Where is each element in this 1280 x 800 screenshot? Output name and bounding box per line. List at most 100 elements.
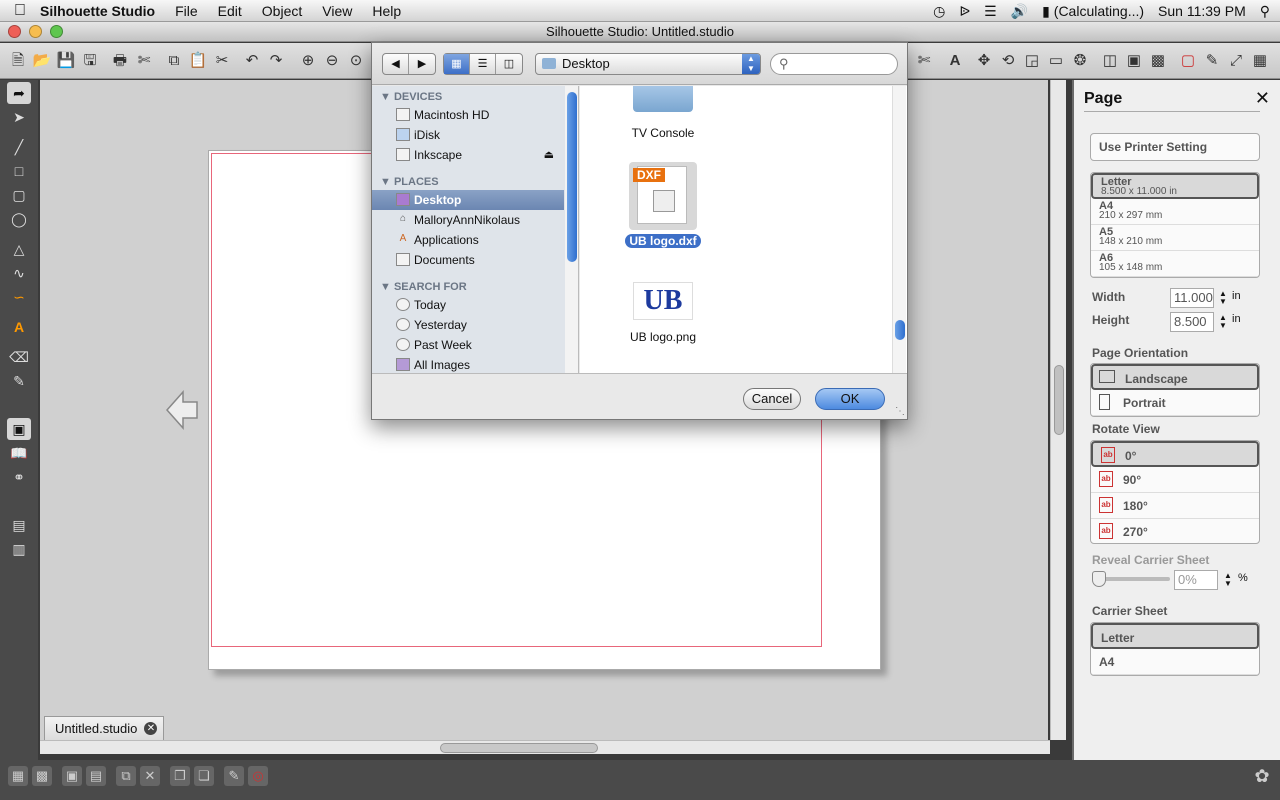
polygon-tool-icon[interactable]: △ — [7, 238, 31, 260]
delete-icon[interactable]: ✕ — [140, 766, 160, 786]
page-size-a5[interactable]: A5 148 x 210 mm — [1091, 225, 1259, 251]
ok-button[interactable]: OK — [815, 388, 885, 410]
places-header[interactable]: ▼ PLACES — [380, 176, 439, 188]
registration-icon[interactable]: ▩ — [1148, 51, 1168, 71]
save-icon[interactable]: 💾 — [56, 51, 76, 71]
rotate-view-list[interactable]: ab 0° ab 90° ab 180° ab 270° — [1090, 440, 1260, 544]
forward-icon[interactable]: ▶ — [409, 54, 435, 74]
online-store-icon[interactable]: ⚭ — [7, 466, 31, 488]
document-tab[interactable]: Untitled.studio ✕ — [44, 716, 165, 740]
color-wheel-icon[interactable]: ✿ — [1252, 766, 1272, 786]
split-view-top-icon[interactable]: ▤ — [7, 514, 31, 536]
select-tool-icon[interactable]: ➦ — [7, 82, 31, 104]
sidebar-item-all-images[interactable]: All Images — [372, 355, 564, 373]
zoom-in-icon[interactable]: ⊕ — [298, 51, 318, 71]
back-icon[interactable]: ◀ — [383, 54, 409, 74]
sidebar-item-home[interactable]: ⌂ MalloryAnnNikolaus — [372, 210, 564, 230]
menu-help[interactable]: Help — [372, 3, 401, 19]
file-item-ub-logo-dxf[interactable]: DXF UB logo.dxf — [618, 162, 708, 248]
sidebar-scrollbar[interactable] — [565, 86, 579, 373]
page-size-list[interactable]: Letter 8.500 x 11.000 in A4 210 x 297 mm… — [1090, 172, 1260, 278]
move-icon[interactable]: ✥ — [974, 51, 994, 71]
undo-icon[interactable]: ↶ — [242, 51, 262, 71]
new-icon[interactable]: 🗎 — [8, 51, 28, 71]
store-icon[interactable]: ◫ — [1100, 51, 1120, 71]
horizontal-scroll-thumb[interactable] — [440, 743, 598, 753]
menu-object[interactable]: Object — [262, 3, 302, 19]
fullscreen-icon[interactable]: ⤢ — [1226, 51, 1246, 71]
column-view-icon[interactable]: ◫ — [496, 54, 522, 74]
orientation-landscape[interactable]: Landscape — [1091, 364, 1259, 390]
knife-tool-icon[interactable]: ✎ — [7, 370, 31, 392]
ellipse-tool-icon[interactable]: ◯ — [7, 208, 31, 230]
text-tool-icon[interactable]: A — [7, 316, 31, 338]
canvas-vertical-scrollbar[interactable] — [1050, 80, 1066, 740]
search-field[interactable]: ⚲ — [770, 53, 898, 75]
apple-icon[interactable]:  — [0, 2, 40, 20]
rounded-rect-tool-icon[interactable]: ▢ — [7, 184, 31, 206]
carrier-a4[interactable]: A4 — [1091, 649, 1259, 675]
redo-icon[interactable]: ↷ — [266, 51, 286, 71]
freehand-tool-icon[interactable]: ∽ — [7, 286, 31, 308]
height-stepper[interactable]: ▲ ▼ — [1219, 314, 1227, 330]
spotlight-icon[interactable]: ⚲ — [1260, 3, 1270, 20]
file-item-ub-logo-png[interactable]: UB UB logo.png — [618, 282, 708, 344]
time-machine-icon[interactable]: ◷ — [933, 3, 945, 20]
rotate-90[interactable]: ab 90° — [1091, 467, 1259, 493]
fill-color-icon[interactable]: ▢ — [1178, 51, 1198, 71]
scale-icon[interactable]: ◲ — [1022, 51, 1042, 71]
sidebar-item-documents[interactable]: Documents — [372, 250, 564, 270]
carrier-letter[interactable]: Letter — [1091, 623, 1259, 649]
bring-front-icon[interactable]: ❐ — [170, 766, 190, 786]
rotate-0[interactable]: ab 0° — [1091, 441, 1259, 467]
page-size-a6[interactable]: A6 105 x 148 mm — [1091, 251, 1259, 277]
line-color-icon[interactable]: ✎ — [1202, 51, 1222, 71]
text-style-icon[interactable]: A — [945, 51, 965, 71]
target-icon[interactable]: ◎ — [248, 766, 268, 786]
panel-close-icon[interactable]: ✕ — [1255, 88, 1270, 109]
grid-icon[interactable]: ▦ — [1250, 51, 1270, 71]
wifi-icon[interactable]: ☰ — [984, 3, 997, 20]
eject-icon[interactable]: ⏏ — [544, 145, 554, 165]
release-compound-icon[interactable]: ▤ — [86, 766, 106, 786]
library-icon[interactable]: 📖 — [7, 442, 31, 464]
align-icon[interactable]: ▭ — [1046, 51, 1066, 71]
close-window-button[interactable] — [8, 25, 21, 38]
reveal-value-field[interactable]: 0% — [1174, 570, 1218, 590]
carrier-sheet-list[interactable]: Letter A4 — [1090, 622, 1260, 676]
weld-icon[interactable]: ⧉ — [116, 766, 136, 786]
use-printer-setting-button[interactable]: Use Printer Setting — [1090, 133, 1260, 161]
rotate-icon[interactable]: ⟲ — [998, 51, 1018, 71]
file-item-tv-console[interactable]: TV Console — [618, 86, 708, 140]
rotate-270[interactable]: ab 270° — [1091, 519, 1259, 543]
page-size-letter[interactable]: Letter 8.500 x 11.000 in — [1091, 173, 1259, 199]
sidebar-item-macintosh-hd[interactable]: Macintosh HD — [372, 105, 564, 125]
copy-icon[interactable]: ⧉ — [164, 51, 184, 71]
minimize-window-button[interactable] — [29, 25, 42, 38]
volume-icon[interactable]: 🔊 — [1011, 3, 1028, 20]
file-browser-scrollbar[interactable] — [892, 86, 906, 373]
make-compound-icon[interactable]: ▣ — [62, 766, 82, 786]
sidebar-item-idisk[interactable]: iDisk — [372, 125, 564, 145]
location-popup[interactable]: Desktop ▲ ▼ — [535, 53, 761, 75]
menu-view[interactable]: View — [322, 3, 352, 19]
zoom-fit-icon[interactable]: ⊙ — [346, 51, 366, 71]
page-view-icon[interactable]: ▣ — [7, 418, 31, 440]
rectangle-tool-icon[interactable]: □ — [7, 160, 31, 182]
sidebar-item-inkscape[interactable]: Inkscape ⏏ — [372, 145, 564, 165]
battery-status[interactable]: ▮ (Calculating...) — [1042, 3, 1144, 20]
page-size-a4[interactable]: A4 210 x 297 mm — [1091, 199, 1259, 225]
sidebar-item-past-week[interactable]: Past Week — [372, 335, 564, 355]
zoom-window-button[interactable] — [50, 25, 63, 38]
zoom-out-icon[interactable]: ⊖ — [322, 51, 342, 71]
sidebar-item-desktop[interactable]: Desktop — [372, 190, 564, 210]
close-tab-icon[interactable]: ✕ — [144, 722, 158, 735]
ungroup-icon[interactable]: ▩ — [32, 766, 52, 786]
width-field[interactable]: 11.000 — [1170, 288, 1214, 308]
page-settings-icon[interactable]: ▣ — [1124, 51, 1144, 71]
print-icon[interactable]: 🖶 — [110, 51, 130, 71]
line-tool-icon[interactable]: ╱ — [7, 136, 31, 158]
replicate-icon[interactable]: ❂ — [1070, 51, 1090, 71]
curve-tool-icon[interactable]: ∿ — [7, 262, 31, 284]
reveal-stepper[interactable]: ▲ ▼ — [1224, 572, 1232, 588]
